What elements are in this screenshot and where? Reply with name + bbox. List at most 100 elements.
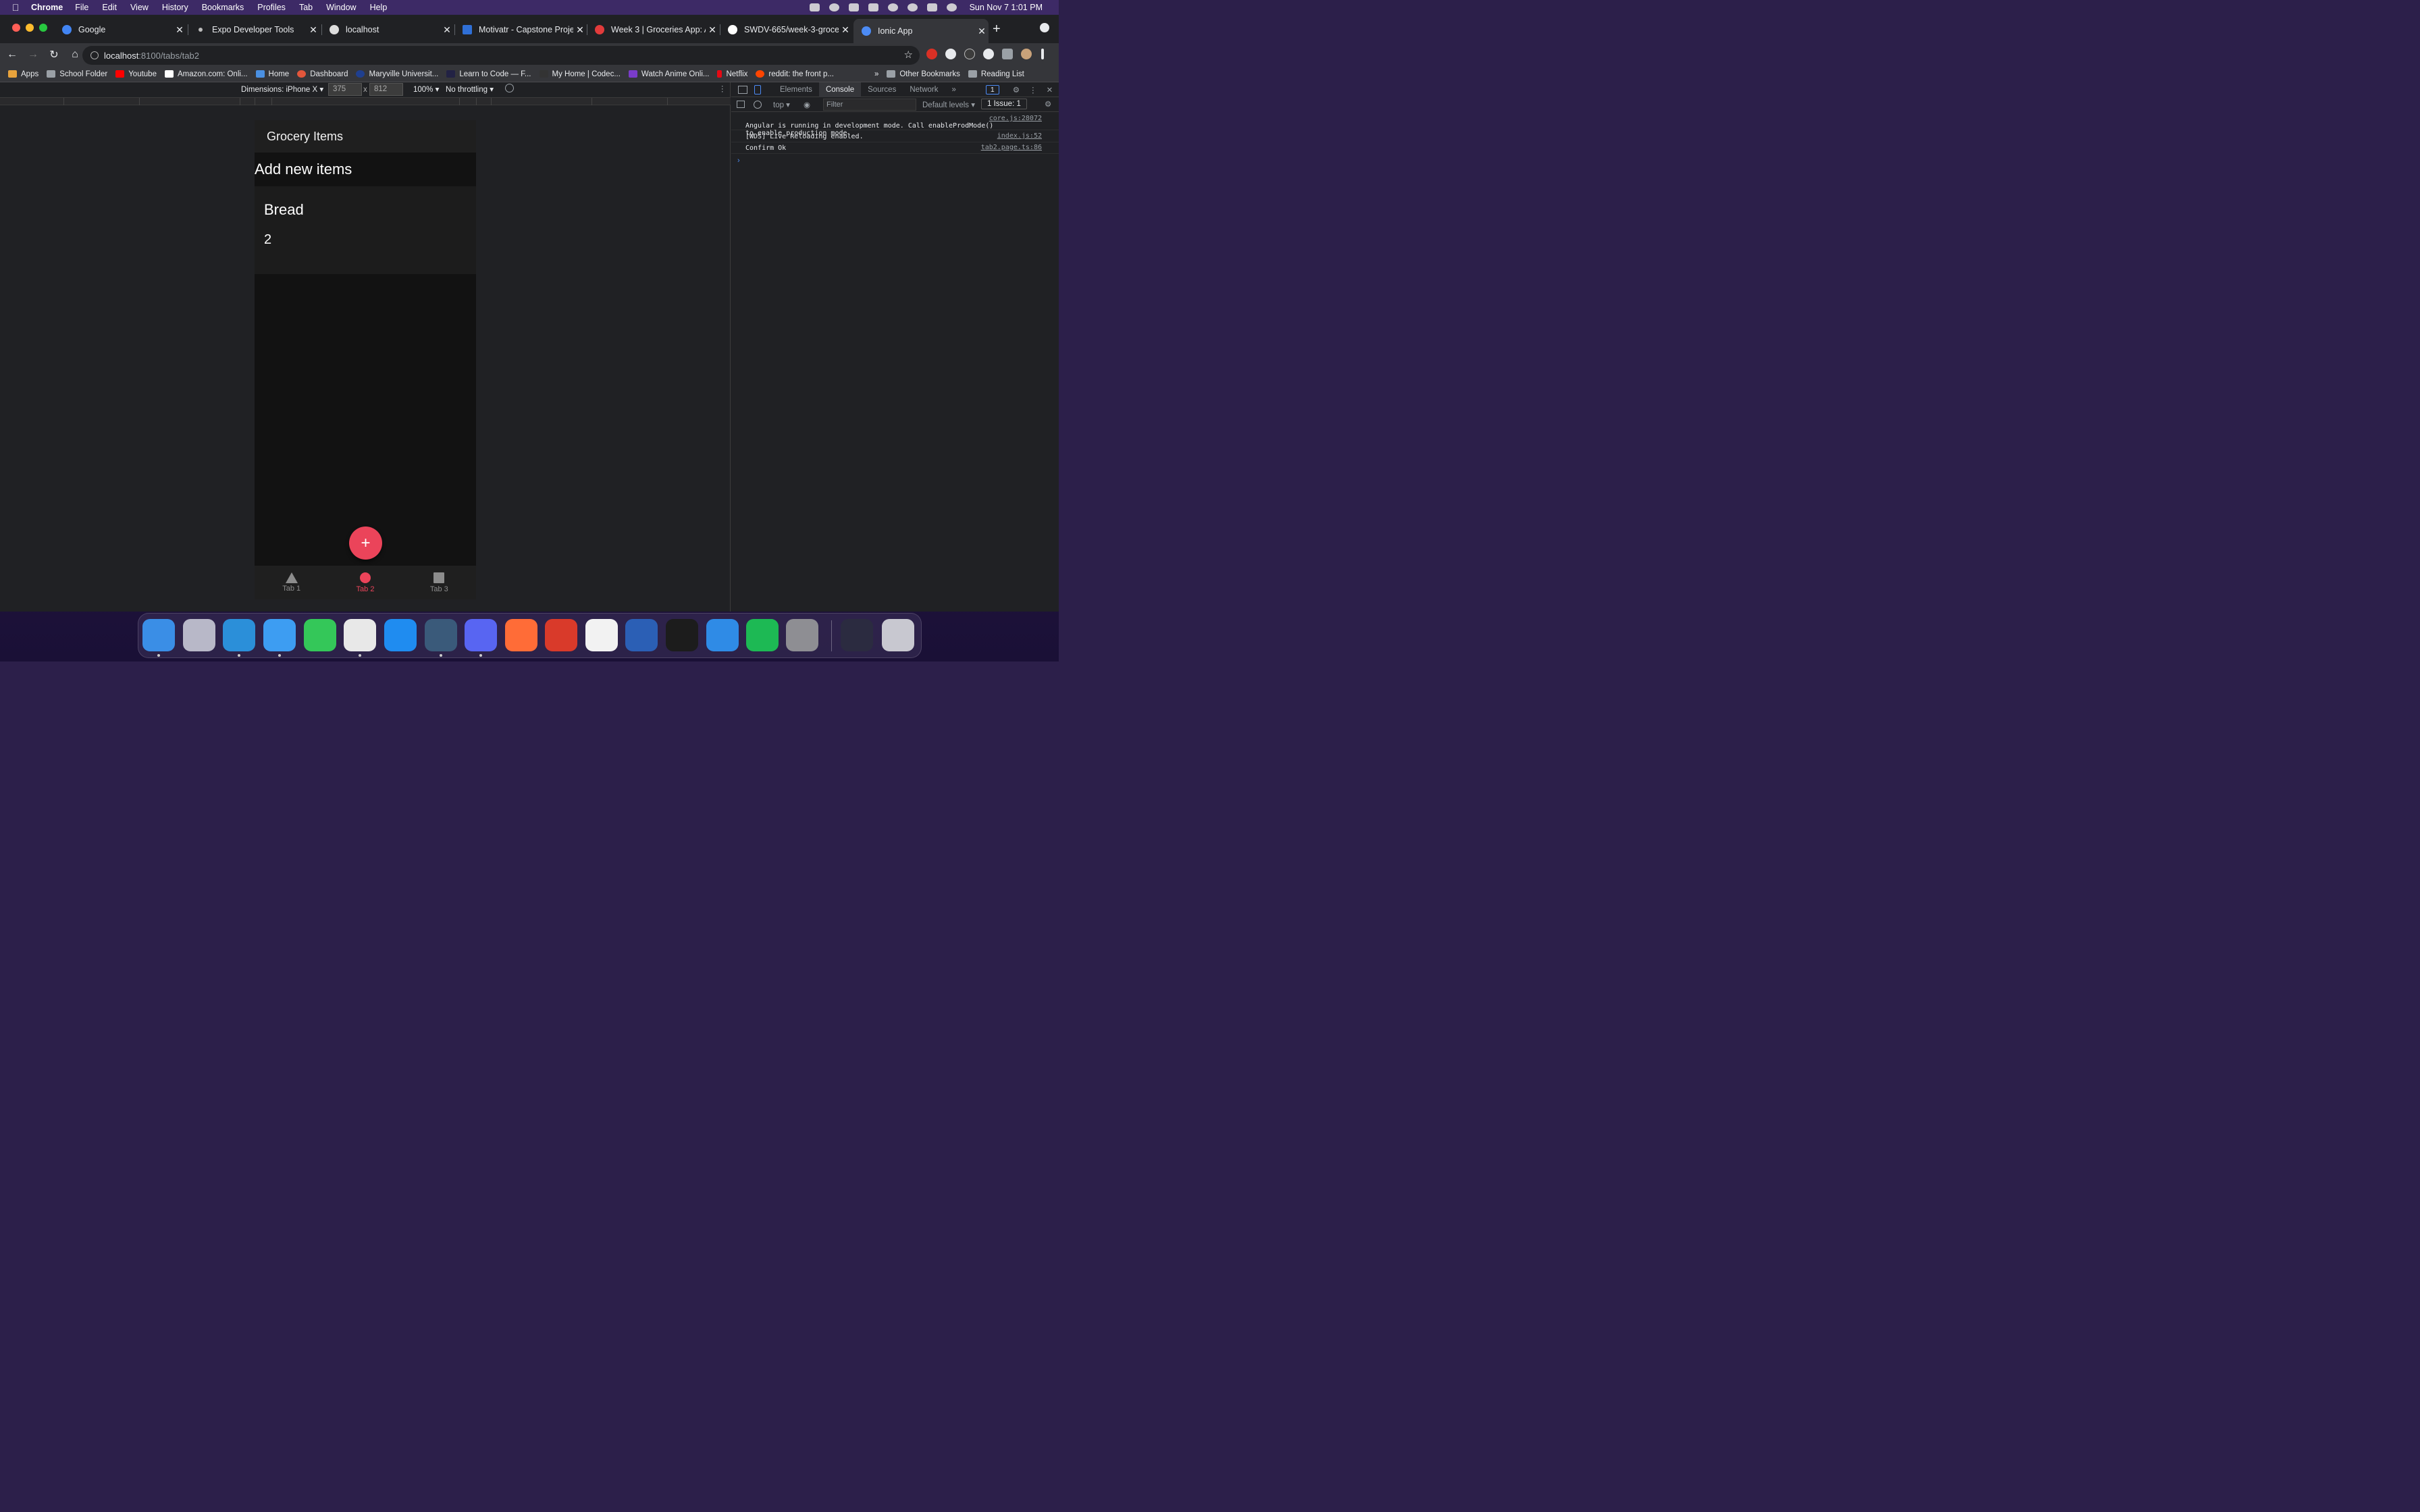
clear-console-icon[interactable]	[754, 101, 762, 109]
menu-file[interactable]: File	[75, 3, 88, 12]
bookmark-item[interactable]: Amazon.com: Onli...	[164, 70, 248, 78]
vscode-icon[interactable]	[223, 619, 255, 651]
menu-window[interactable]: Window	[326, 3, 356, 12]
close-tab-icon[interactable]: ✕	[440, 24, 454, 36]
browser-tab[interactable]: Motivatr - Capstone Project ✕	[454, 20, 587, 39]
expo-orbit-icon[interactable]	[425, 619, 457, 651]
console-filter-input[interactable]: Filter	[823, 99, 916, 111]
menu-edit[interactable]: Edit	[102, 3, 117, 12]
tab-sources[interactable]: Sources	[861, 82, 903, 97]
tab-3[interactable]: Tab 3	[402, 566, 476, 599]
siri-icon[interactable]	[946, 3, 957, 11]
bolt-status-icon[interactable]	[809, 3, 820, 11]
console-settings-icon[interactable]: ⚙	[1045, 99, 1051, 109]
browser-tab[interactable]: Expo Developer Tools ✕	[188, 20, 320, 39]
live-expression-eye-icon[interactable]: ◉	[804, 100, 810, 109]
adblock-extension-icon[interactable]	[926, 49, 937, 59]
context-select[interactable]: top ▾	[773, 100, 790, 109]
xcode-icon[interactable]	[706, 619, 739, 651]
menu-tab[interactable]: Tab	[299, 3, 313, 12]
add-item-button[interactable]: +	[349, 526, 382, 560]
facetime-icon[interactable]	[304, 619, 336, 651]
console-message[interactable]: Angular is running in development mode. …	[731, 113, 1059, 137]
browser-tab[interactable]: localhost ✕	[321, 20, 454, 39]
forward-icon[interactable]: →	[24, 49, 42, 61]
devtools-more-icon[interactable]: ⋮	[1029, 85, 1037, 94]
tab-2[interactable]: Tab 2	[328, 566, 402, 599]
close-devtools-icon[interactable]: ✕	[1047, 85, 1053, 94]
bookmark-item[interactable]: Maryville Universit...	[356, 70, 438, 78]
zoom-window-button[interactable]	[39, 24, 47, 32]
minimize-window-button[interactable]	[26, 24, 34, 32]
window-preview-icon[interactable]	[841, 619, 873, 651]
postman-icon[interactable]	[505, 619, 537, 651]
device-more-icon[interactable]: ⋮	[718, 84, 727, 93]
log-levels-select[interactable]: Default levels ▾	[922, 100, 975, 109]
log-source-link[interactable]: core.js:28072	[989, 115, 1042, 122]
remote-desktop-icon[interactable]	[545, 619, 577, 651]
input-source-icon[interactable]	[848, 3, 859, 11]
close-tab-icon[interactable]: ✕	[307, 24, 320, 36]
discord-icon[interactable]	[465, 619, 497, 651]
bookmark-star-icon[interactable]: ☆	[904, 49, 913, 61]
close-tab-icon[interactable]: ✕	[706, 24, 719, 36]
wifi-icon[interactable]	[887, 3, 898, 11]
home-icon[interactable]: ⌂	[66, 49, 84, 61]
bookmark-item[interactable]: Dashboard	[297, 70, 348, 78]
other-bookmarks-folder[interactable]: Other Bookmarks	[887, 70, 960, 78]
bookmark-folder[interactable]: School Folder	[47, 70, 107, 78]
menu-help[interactable]: Help	[370, 3, 388, 12]
tab-network[interactable]: Network	[903, 82, 945, 97]
sidebar-toggle-icon[interactable]	[737, 101, 745, 108]
app-store-icon[interactable]	[384, 619, 417, 651]
control-center-icon[interactable]	[926, 3, 937, 11]
menu-bookmarks[interactable]: Bookmarks	[202, 3, 244, 12]
bookmark-item[interactable]: reddit: the front p...	[756, 70, 834, 78]
colorpicker-extension-icon[interactable]	[945, 49, 956, 59]
bookmark-apps[interactable]: Apps	[8, 70, 38, 78]
device-select[interactable]: Dimensions: iPhone X ▾	[241, 84, 323, 94]
browser-tab[interactable]: SWDV-665/week-3-grocerie ✕	[720, 20, 852, 39]
log-source-link[interactable]: index.js:52	[997, 132, 1042, 140]
close-tab-icon[interactable]: ✕	[975, 26, 989, 37]
device-height-input[interactable]: 812	[369, 83, 403, 96]
inspect-element-icon[interactable]	[738, 85, 747, 94]
battery-icon[interactable]	[868, 3, 878, 11]
menubar-clock[interactable]: Sun Nov 7 1:01 PM	[970, 3, 1043, 12]
bookmark-item[interactable]: Netflix	[717, 70, 747, 78]
bookmark-item[interactable]: Learn to Code — F...	[446, 70, 531, 78]
safari-icon[interactable]	[263, 619, 296, 651]
spotify-icon[interactable]	[746, 619, 779, 651]
console-message[interactable]: [WDS] Live Reloading enabled. index.js:5…	[731, 131, 1059, 142]
trash-icon[interactable]	[882, 619, 914, 651]
console-prompt[interactable]: ›	[737, 157, 740, 165]
menu-app[interactable]: Chrome	[31, 3, 63, 12]
vpn-status-icon[interactable]	[828, 3, 839, 11]
tab-search-icon[interactable]	[1040, 23, 1049, 32]
close-window-button[interactable]	[12, 24, 20, 32]
launchpad-icon[interactable]	[183, 619, 215, 651]
settings-gear-icon[interactable]: ⚙	[1013, 85, 1020, 94]
word-icon[interactable]	[625, 619, 658, 651]
tab-elements[interactable]: Elements	[773, 82, 819, 97]
close-tab-icon[interactable]: ✕	[573, 24, 587, 36]
extensions-puzzle-icon[interactable]	[1002, 49, 1013, 59]
rotate-icon[interactable]	[505, 84, 514, 92]
menu-profiles[interactable]: Profiles	[257, 3, 286, 12]
bookmarks-overflow-button[interactable]: »	[874, 70, 878, 78]
apple-icon[interactable]: 	[0, 2, 31, 13]
system-preferences-icon[interactable]	[786, 619, 818, 651]
device-toggle-icon[interactable]	[754, 84, 761, 94]
reload-icon[interactable]: ↻	[45, 48, 63, 61]
react-devtools-extension-icon[interactable]	[964, 49, 975, 59]
bookmark-item[interactable]: Watch Anime Onli...	[628, 70, 709, 78]
issues-button[interactable]: 1 Issue: 1	[981, 99, 1027, 109]
chrome-menu-icon[interactable]	[1041, 49, 1044, 59]
device-width-input[interactable]: 375	[328, 83, 362, 96]
menu-view[interactable]: View	[130, 3, 149, 12]
bookmark-item[interactable]: Youtube	[115, 70, 157, 78]
more-tabs-icon[interactable]: »	[945, 82, 963, 97]
grocery-item-card[interactable]: Bread 2	[255, 186, 476, 274]
messages-badge[interactable]: 1	[985, 84, 999, 94]
terminal-icon[interactable]	[666, 619, 698, 651]
